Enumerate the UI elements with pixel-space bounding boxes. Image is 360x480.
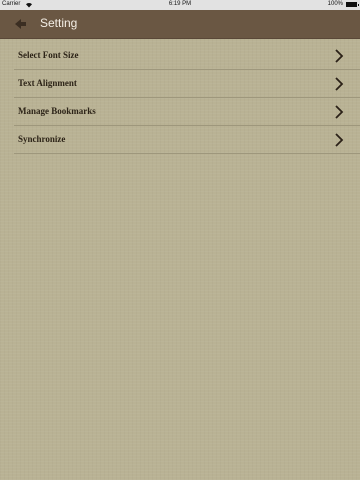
chevron-right-icon: [335, 105, 344, 119]
settings-item-synchronize[interactable]: Synchronize: [14, 126, 360, 154]
settings-item-text-alignment[interactable]: Text Alignment: [14, 70, 360, 98]
back-button[interactable]: [12, 17, 28, 31]
back-arrow-icon: [15, 19, 26, 29]
battery-percentage: 100%: [327, 1, 343, 7]
settings-item-select-font-size[interactable]: Select Font Size: [14, 42, 360, 70]
settings-item-manage-bookmarks[interactable]: Manage Bookmarks: [14, 98, 360, 126]
battery-icon: [346, 2, 359, 7]
settings-item-label: Synchronize: [18, 134, 66, 144]
settings-item-label: Text Alignment: [18, 78, 77, 88]
status-bar: Carrier 6:19 PM 100%: [0, 0, 360, 10]
settings-list: Select Font Size Text Alignment Manage B…: [0, 42, 360, 154]
page-title: Setting: [40, 16, 78, 30]
settings-item-label: Select Font Size: [18, 50, 79, 60]
status-time: 6:19 PM: [168, 1, 192, 7]
chevron-right-icon: [335, 133, 344, 147]
chevron-right-icon: [335, 77, 344, 91]
settings-item-label: Manage Bookmarks: [18, 106, 96, 116]
navigation-bar: Setting: [0, 10, 360, 39]
chevron-right-icon: [335, 49, 344, 63]
